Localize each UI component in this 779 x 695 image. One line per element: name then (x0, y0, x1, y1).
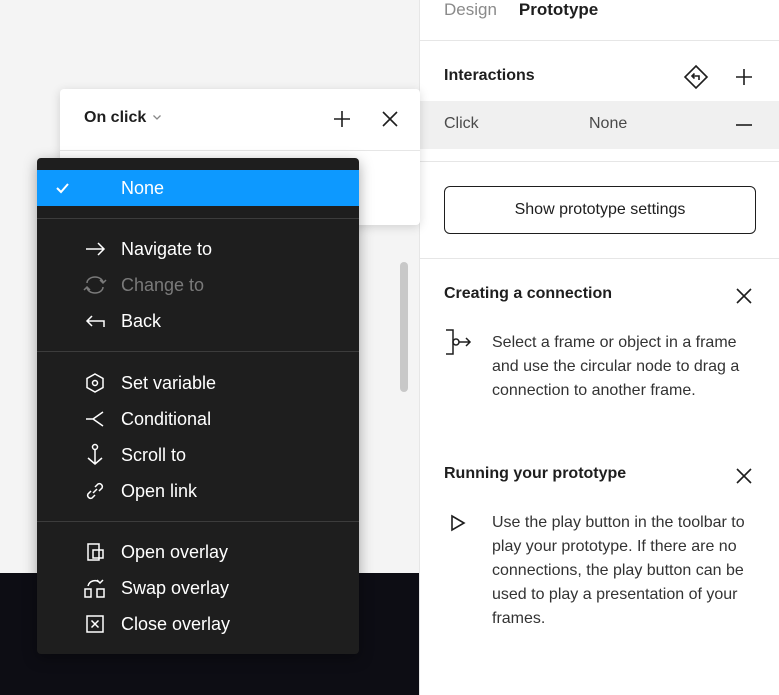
interaction-row[interactable]: Click None (420, 101, 779, 149)
close-help-icon[interactable] (730, 282, 758, 310)
menu-item-label: Scroll to (121, 444, 187, 465)
menu-item-label: Conditional (121, 408, 212, 429)
conditional-icon (83, 407, 107, 431)
change-icon (83, 273, 107, 297)
chevron-down-icon (152, 109, 162, 127)
trigger-select-label: On click (84, 109, 147, 126)
link-icon (83, 479, 107, 503)
close-overlay-icon (83, 612, 107, 636)
divider (60, 150, 420, 151)
menu-item-label: None (121, 177, 165, 198)
divider (420, 258, 779, 259)
menu-item-open-link[interactable]: Open link (37, 473, 359, 509)
menu-separator (37, 351, 359, 352)
swap-overlay-icon (83, 576, 107, 600)
tab-prototype[interactable]: Prototype (519, 0, 598, 24)
interaction-action: None (589, 115, 628, 132)
prototype-panel: Design Prototype Interactions Click None… (419, 0, 779, 695)
action-dropdown-menu: None Navigate to Change to Back Set vari… (37, 158, 359, 654)
add-interaction-icon[interactable] (730, 63, 758, 91)
help-title-running: Running your prototype (444, 465, 627, 482)
menu-item-label: Change to (121, 274, 205, 295)
panel-tabs: Design Prototype (444, 0, 598, 24)
menu-item-label: Set variable (121, 372, 217, 393)
connection-node-icon (444, 328, 474, 358)
menu-item-label: Open overlay (121, 541, 229, 562)
divider (420, 161, 779, 162)
arrow-right-icon (83, 237, 107, 261)
menu-item-label: Back (121, 310, 162, 331)
hexagon-icon (83, 371, 107, 395)
help-text-running: Use the play button in the toolbar to pl… (492, 514, 745, 627)
menu-item-back[interactable]: Back (37, 303, 359, 339)
trigger-select[interactable]: On click (84, 109, 162, 127)
interactions-title: Interactions (444, 67, 535, 84)
menu-item-label: Open link (121, 480, 198, 501)
menu-item-none[interactable]: None (37, 170, 359, 206)
check-icon (53, 178, 73, 198)
menu-item-set-variable[interactable]: Set variable (37, 365, 359, 401)
open-overlay-icon (83, 540, 107, 564)
menu-item-close-overlay[interactable]: Close overlay (37, 606, 359, 642)
play-icon (444, 511, 474, 541)
interaction-trigger: Click (444, 115, 479, 132)
anchor-icon (83, 443, 107, 467)
scrollbar-thumb[interactable] (400, 262, 408, 392)
menu-item-label: Swap overlay (121, 577, 230, 598)
show-prototype-settings-button[interactable]: Show prototype settings (444, 186, 756, 234)
menu-item-open-overlay[interactable]: Open overlay (37, 534, 359, 570)
help-text-connection: Select a frame or object in a frame and … (492, 334, 740, 399)
help-title-connection: Creating a connection (444, 285, 613, 302)
menu-item-scroll-to[interactable]: Scroll to (37, 437, 359, 473)
menu-item-navigate-to[interactable]: Navigate to (37, 231, 359, 267)
add-action-icon[interactable] (328, 105, 356, 133)
menu-item-conditional[interactable]: Conditional (37, 401, 359, 437)
menu-item-change-to[interactable]: Change to (37, 267, 359, 303)
close-popover-icon[interactable] (376, 105, 404, 133)
back-arrow-icon (83, 309, 107, 333)
menu-separator (37, 218, 359, 219)
reset-interactions-icon[interactable] (682, 63, 710, 91)
remove-interaction-icon[interactable] (730, 111, 758, 139)
menu-item-swap-overlay[interactable]: Swap overlay (37, 570, 359, 606)
menu-item-label: Close overlay (121, 613, 231, 634)
tab-design[interactable]: Design (444, 0, 497, 24)
divider (420, 40, 779, 41)
close-help-icon[interactable] (730, 462, 758, 490)
menu-item-label: Navigate to (121, 238, 213, 259)
menu-separator (37, 521, 359, 522)
